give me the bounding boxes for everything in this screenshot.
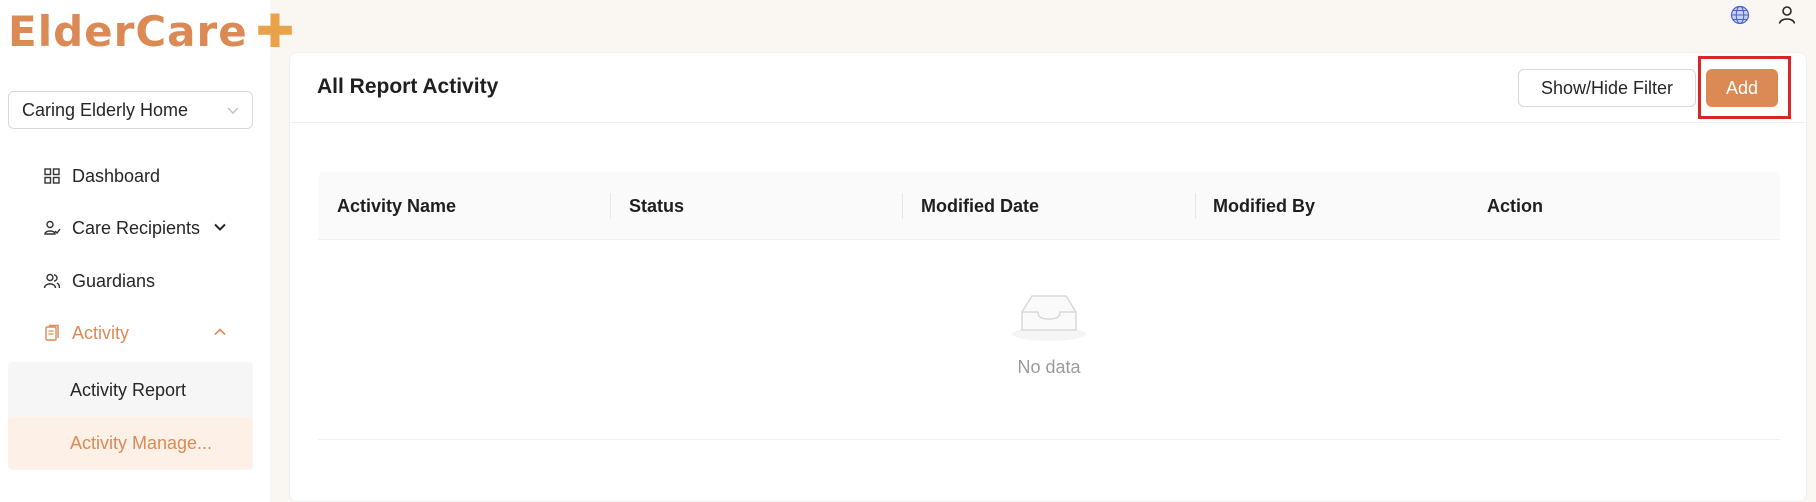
people-icon [42,271,62,291]
sidebar-subitem-label: Activity Manage... [70,432,213,453]
sidebar-item-label: Activity [72,322,130,343]
grid-icon [42,166,62,186]
sidebar-subitem-activity-management[interactable]: Activity Manage... [8,417,253,469]
user-icon[interactable] [1776,4,1798,26]
sidebar-item-dashboard[interactable]: Dashboard [8,151,253,201]
sidebar-subitem-activity-report[interactable]: Activity Report [8,364,253,416]
person-icon [42,218,62,238]
organization-select[interactable]: Caring Elderly Home [8,91,253,129]
sidebar-item-activity[interactable]: Activity [8,308,253,358]
column-header-status[interactable]: Status [629,172,684,240]
sidebar-item-label: Care Recipients [72,217,201,238]
add-button[interactable]: Add [1706,69,1778,107]
sidebar-item-label: Dashboard [72,165,161,186]
sidebar-item-guardians[interactable]: Guardians [8,256,253,306]
app-root: ElderCare ✚ Caring Elderly Home Dashboar… [0,0,1816,502]
chevron-down-icon [227,107,239,114]
brand-logo[interactable]: ElderCare ✚ [8,6,295,56]
globe-icon[interactable] [1729,4,1751,26]
column-header-activity-name[interactable]: Activity Name [337,172,456,240]
logo-plus-icon: ✚ [255,4,296,58]
column-divider [902,193,903,219]
empty-inbox-icon [1012,295,1086,341]
table-empty-state: No data [318,240,1780,440]
sidebar-subitem-label: Activity Report [70,379,187,400]
show-hide-filter-button[interactable]: Show/Hide Filter [1518,69,1696,107]
sidebar-item-label: Guardians [72,270,156,291]
organization-select-value: Caring Elderly Home [22,99,189,120]
report-activity-card: All Report Activity Show/Hide Filter Add… [289,52,1807,502]
logo-text: ElderCare [8,6,248,56]
page-title: All Report Activity [317,75,499,98]
chevron-down-icon [214,223,226,231]
table-header: Activity Name Status Modified Date Modif… [318,172,1780,240]
column-divider [1195,193,1196,219]
column-header-action[interactable]: Action [1487,172,1543,240]
column-header-modified-by[interactable]: Modified By [1213,172,1315,240]
chevron-up-icon [214,328,226,336]
empty-state-text: No data [1017,357,1081,377]
column-divider [610,193,611,219]
sidebar-item-care-recipients[interactable]: Care Recipients [8,203,253,253]
sidebar: ElderCare ✚ Caring Elderly Home Dashboar… [0,0,294,502]
document-icon [42,323,62,343]
card-header: All Report Activity Show/Hide Filter Add [290,53,1806,123]
column-header-modified-date[interactable]: Modified Date [921,172,1039,240]
